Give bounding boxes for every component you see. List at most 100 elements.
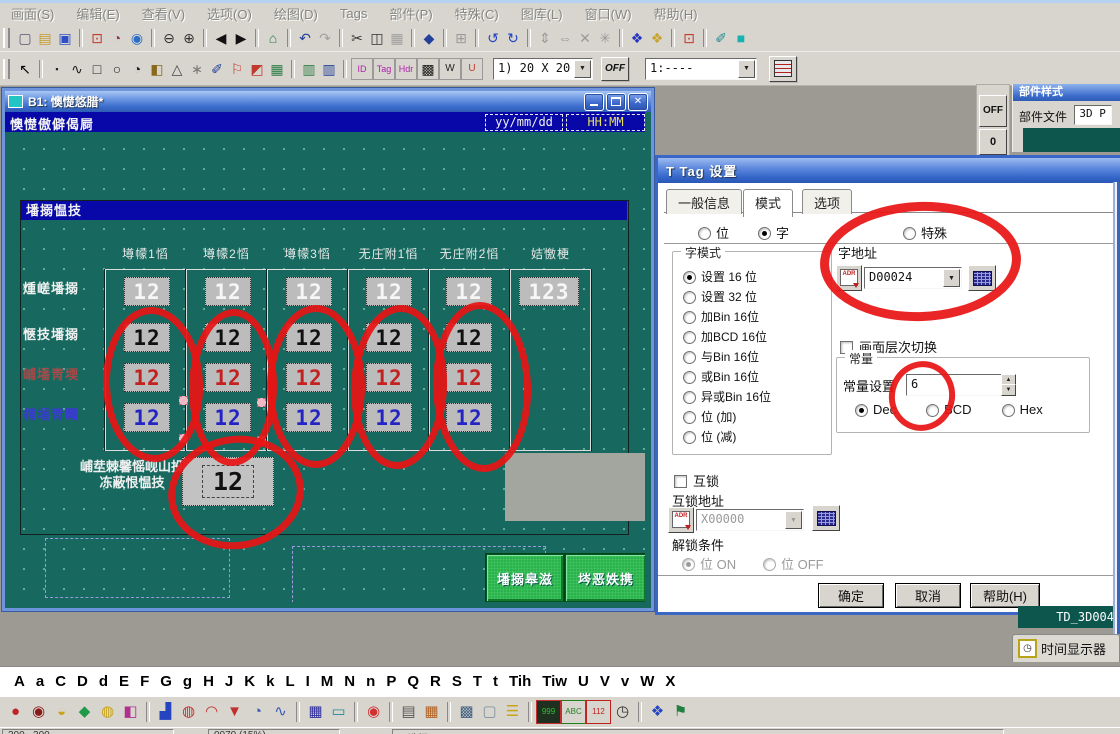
part-pushbutton2-icon[interactable]: ◉ xyxy=(27,701,50,723)
letter-style-button[interactable]: Q xyxy=(407,673,419,690)
letter-style-button[interactable]: R xyxy=(430,673,441,690)
menu-item[interactable]: 部件(P) xyxy=(378,4,443,23)
chevron-down-icon[interactable]: ▼ xyxy=(943,269,960,287)
letter-style-button[interactable]: K xyxy=(244,673,255,690)
paste-icon[interactable]: ▦ xyxy=(387,28,407,48)
maximize-button[interactable] xyxy=(606,93,626,111)
menu-item[interactable]: 图库(L) xyxy=(510,4,574,23)
menu-item[interactable]: 特殊(C) xyxy=(444,4,510,23)
w-chip-icon[interactable]: W xyxy=(439,58,461,80)
part-keypad-icon[interactable]: ▦ xyxy=(304,701,327,723)
selection-handle[interactable] xyxy=(179,396,188,405)
new-file-icon[interactable]: ▢ xyxy=(15,28,35,48)
flip-horizontal-icon[interactable]: ⇔ xyxy=(555,28,575,48)
unlock-off-radio[interactable]: 位 OFF xyxy=(763,554,824,573)
unlock-on-radio[interactable]: 位 ON xyxy=(682,554,736,573)
enlarge-icon[interactable]: ✳ xyxy=(595,28,615,48)
radio-icon[interactable] xyxy=(683,391,696,404)
save-icon[interactable]: ▣ xyxy=(55,28,75,48)
interlock-checkbox-row[interactable]: 互锁 xyxy=(674,471,719,490)
address-picker-button[interactable]: ADR xyxy=(668,507,694,533)
part-lamp2-icon[interactable]: ◧ xyxy=(119,701,142,723)
letter-style-button[interactable]: g xyxy=(183,673,192,690)
letter-style-button[interactable]: H xyxy=(203,673,214,690)
eraser-icon[interactable]: ◆ xyxy=(419,28,439,48)
letter-style-button[interactable]: k xyxy=(266,673,274,690)
placeholder-region[interactable] xyxy=(45,538,230,598)
menu-item[interactable]: 编辑(E) xyxy=(65,4,130,23)
letter-style-button[interactable]: F xyxy=(140,673,149,690)
selection-handle[interactable] xyxy=(257,436,266,445)
part-selector-icon[interactable]: ◒ xyxy=(50,701,73,723)
exit-icon[interactable]: ⌂ xyxy=(263,28,283,48)
marker-tool-icon[interactable]: ✐ xyxy=(207,59,227,79)
select-tool-icon[interactable]: ↖ xyxy=(15,59,35,79)
radix-option[interactable]: Dec xyxy=(855,402,896,415)
part-toggle-icon[interactable]: ◆ xyxy=(73,701,96,723)
letter-style-button[interactable]: G xyxy=(160,673,172,690)
part-999-display-icon[interactable]: 999 xyxy=(536,700,561,724)
dot-tool-icon[interactable]: ▪ xyxy=(47,59,67,79)
menu-item[interactable]: 选项(O) xyxy=(196,4,263,23)
radix-option[interactable]: Hex xyxy=(1002,402,1043,415)
toolbar-gripper[interactable] xyxy=(3,28,10,48)
radio-icon[interactable] xyxy=(683,371,696,384)
screen-copy-icon[interactable]: ⊡ xyxy=(87,28,107,48)
cancel-button[interactable]: 取消 xyxy=(895,583,961,608)
radix-option[interactable]: BCD xyxy=(926,402,971,415)
letter-style-button[interactable]: X xyxy=(665,673,675,690)
numeric-display-part[interactable]: 12 xyxy=(446,323,492,352)
numeric-display-part[interactable]: 12 xyxy=(286,323,332,352)
part-report-icon[interactable]: ⚑ xyxy=(669,701,692,723)
letter-style-button[interactable]: W xyxy=(640,673,654,690)
rotate-left-icon[interactable]: ↺ xyxy=(483,28,503,48)
find-replace-icon[interactable]: ◉ xyxy=(127,28,147,48)
address-picker-button[interactable]: ADR xyxy=(836,265,862,291)
numeric-display-part[interactable]: 12 xyxy=(124,277,170,306)
tag-chip-icon[interactable]: Tag xyxy=(373,58,395,80)
menu-item[interactable]: 画面(S) xyxy=(0,4,65,23)
rotate-right-icon[interactable]: ↻ xyxy=(503,28,523,48)
letter-style-button[interactable]: Tiw xyxy=(542,673,567,690)
numeric-display-part[interactable]: 12 xyxy=(366,277,412,306)
word-mode-option[interactable]: 设置 32 位 xyxy=(683,288,771,301)
numeric-display-part[interactable]: 12 xyxy=(286,363,332,392)
numeric-display-part[interactable]: 12 xyxy=(124,323,170,352)
numeric-display-part[interactable]: 12 xyxy=(366,323,412,352)
letter-style-button[interactable]: P xyxy=(386,673,396,690)
radio-icon[interactable] xyxy=(683,331,696,344)
dialog-title-bar[interactable]: T Tag 设置 xyxy=(658,158,1120,183)
numeric-display-part[interactable]: 12 xyxy=(446,277,492,306)
numeric-display-part[interactable]: 12 xyxy=(205,323,251,352)
hdr-chip-icon[interactable]: Hdr xyxy=(395,58,417,80)
part-trend-icon[interactable]: ∿ xyxy=(269,701,292,723)
snap-grid-icon[interactable]: ⊞ xyxy=(451,28,471,48)
letter-style-button[interactable]: d xyxy=(99,673,108,690)
letter-style-button[interactable]: V xyxy=(600,673,610,690)
tab-general-info[interactable]: 一般信息 xyxy=(666,189,742,214)
letter-style-button[interactable]: v xyxy=(621,673,629,690)
letter-style-button[interactable]: Tih xyxy=(509,673,531,690)
radio-icon[interactable] xyxy=(926,404,939,417)
redo-icon[interactable]: ↷ xyxy=(315,28,335,48)
undo-icon[interactable]: ↶ xyxy=(295,28,315,48)
letter-style-button[interactable]: E xyxy=(119,673,129,690)
selection-handle[interactable] xyxy=(179,434,188,443)
radio-icon[interactable] xyxy=(758,227,771,240)
fill-color-icon[interactable]: ■ xyxy=(731,28,751,48)
numeric-display-part[interactable]: 12 xyxy=(205,363,251,392)
state-off-button[interactable]: OFF xyxy=(979,95,1007,127)
screen-canvas[interactable]: 懊憷傲僻偈屙 yy/mm/dd HH:MM 墦搦愠技 墫幪1慆墫幪2慆墫幪3慆无… xyxy=(5,112,645,602)
part-abc-display-icon[interactable]: ABC xyxy=(561,700,586,724)
selection-handle[interactable] xyxy=(257,398,266,407)
shrink-icon[interactable]: ✕ xyxy=(575,28,595,48)
toolbar-gripper[interactable] xyxy=(3,59,10,79)
prev-screen-icon[interactable]: ◀ xyxy=(211,28,231,48)
letter-style-button[interactable]: U xyxy=(578,673,589,690)
menu-item[interactable]: 绘图(D) xyxy=(263,4,329,23)
numeric-display-part[interactable]: 12 xyxy=(446,363,492,392)
pattern-chip-icon[interactable]: ▩ xyxy=(417,58,439,80)
screen-level-combo[interactable]: 1:---- ▼ xyxy=(645,58,757,80)
alarm-preview-icon[interactable]: ◔ xyxy=(107,28,127,48)
close-button[interactable]: ✕ xyxy=(628,93,648,111)
